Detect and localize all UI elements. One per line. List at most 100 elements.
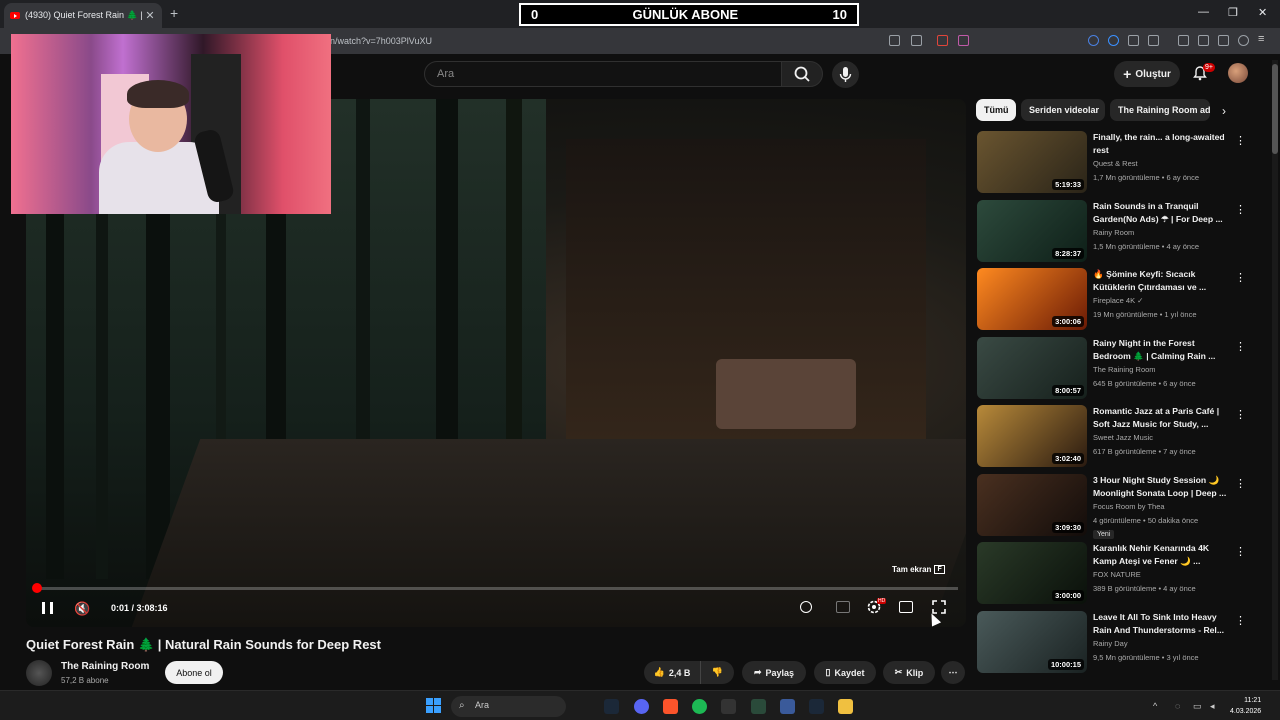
video-thumbnail[interactable]: 5:19:33	[977, 131, 1087, 193]
more-vertical-icon[interactable]: ⋮	[1235, 271, 1246, 284]
video-thumbnail[interactable]: 3:00:06	[977, 268, 1087, 330]
recommendation-item[interactable]: 5:19:33 Finally, the rain... a long-awai…	[977, 131, 1246, 195]
extensions-puzzle-icon[interactable]	[1128, 35, 1139, 46]
recommendation-title[interactable]: Finally, the rain... a long-awaited rest	[1093, 131, 1229, 157]
recommendation-channel[interactable]: Rainy Room	[1093, 228, 1134, 237]
subscribe-button[interactable]: Abone ol	[165, 661, 223, 684]
chip-series[interactable]: Seriden videolar	[1021, 99, 1105, 121]
recommendation-channel[interactable]: FOX NATURE	[1093, 570, 1141, 579]
more-vertical-icon[interactable]: ⋮	[1235, 477, 1246, 490]
new-tab-icon[interactable]: +	[170, 5, 178, 21]
recommendation-channel[interactable]: Sweet Jazz Music	[1093, 433, 1153, 442]
wallet-icon[interactable]	[1148, 35, 1159, 46]
browser-tab[interactable]: (4930) Quiet Forest Rain 🌲 | Na ✕	[4, 3, 162, 28]
vpn-icon[interactable]	[1238, 35, 1249, 46]
more-vertical-icon[interactable]: ⋮	[1235, 614, 1246, 627]
tray-chevron-up-icon[interactable]: ^	[1153, 701, 1157, 711]
recommendation-title[interactable]: 3 Hour Night Study Session 🌙 Moonlight S…	[1093, 474, 1229, 500]
recommendation-title[interactable]: Romantic Jazz at a Paris Café | Soft Jaz…	[1093, 405, 1229, 431]
address-bar[interactable]: n/watch?v=7h003PlVuXU	[330, 32, 870, 50]
recommendation-item[interactable]: 3:09:30 3 Hour Night Study Session 🌙 Moo…	[977, 473, 1246, 539]
recommendation-channel[interactable]: Quest & Rest	[1093, 159, 1138, 168]
recommendation-title[interactable]: Karanlık Nehir Kenarında 4K Kamp Ateşi v…	[1093, 542, 1229, 568]
like-button[interactable]: 👍 2,4 B	[644, 661, 700, 684]
more-vertical-icon[interactable]: ⋮	[1235, 134, 1246, 147]
search-input[interactable]: Ara	[424, 61, 782, 87]
menu-icon[interactable]: ≡	[1258, 33, 1269, 45]
recommendation-item[interactable]: 10:00:15 Leave It All To Sink Into Heavy…	[977, 610, 1246, 675]
video-thumbnail[interactable]: 3:09:30	[977, 473, 1087, 536]
discord-icon[interactable]	[634, 699, 649, 714]
create-button[interactable]: + Oluştur	[1114, 61, 1180, 87]
recommendation-item[interactable]: 8:28:37 Rain Sounds in a Tranquil Garden…	[977, 199, 1246, 264]
recommendation-title[interactable]: Rain Sounds in a Tranquil Garden(No Ads)…	[1093, 200, 1229, 226]
recommendation-item[interactable]: 3:00:00 Karanlık Nehir Kenarında 4K Kamp…	[977, 542, 1246, 606]
settings-app-icon[interactable]	[780, 699, 795, 714]
more-vertical-icon[interactable]: ⋮	[1235, 203, 1246, 216]
microphone-tray-icon[interactable]: ◌	[1175, 701, 1180, 711]
save-button[interactable]: ▯ Kaydet	[814, 661, 876, 684]
recommendation-title[interactable]: Rainy Night in the Forest Bedroom 🌲 | Ca…	[1093, 337, 1229, 363]
sidebar-icon[interactable]	[1178, 35, 1189, 46]
video-thumbnail[interactable]: 3:00:00	[977, 542, 1087, 604]
dislike-button[interactable]: 👎	[700, 661, 734, 684]
extension-icon[interactable]	[1088, 35, 1099, 46]
chevron-right-icon[interactable]: ›	[1222, 104, 1226, 118]
account-avatar[interactable]	[1228, 63, 1248, 83]
progress-bar[interactable]	[32, 583, 958, 593]
more-actions-button[interactable]: ⋯	[941, 661, 965, 684]
spotify-icon[interactable]	[692, 699, 707, 714]
recommendation-channel[interactable]: Fireplace 4K ✓	[1093, 296, 1143, 305]
clip-button[interactable]: ✂ Klip	[883, 661, 935, 684]
recommendation-item[interactable]: 8:00:57 Rainy Night in the Forest Bedroo…	[977, 336, 1246, 401]
network-icon[interactable]: ▭	[1193, 701, 1202, 712]
brave-rewards-icon[interactable]	[958, 35, 969, 46]
taskbar-clock[interactable]: 11:21 4.03.2026	[1230, 695, 1261, 717]
chip-channel[interactable]: The Raining Room ad	[1110, 99, 1210, 121]
recommendation-channel[interactable]: Rainy Day	[1093, 639, 1128, 648]
leo-ai-icon[interactable]	[1218, 35, 1229, 46]
recommendation-title[interactable]: 🔥 Şömine Keyfi: Sıcacık Kütüklerin Çıtır…	[1093, 268, 1229, 294]
extension-icon[interactable]	[1108, 35, 1119, 46]
share-page-icon[interactable]	[911, 35, 922, 46]
maximize-icon[interactable]: ❐	[1228, 6, 1238, 19]
app-icon[interactable]	[721, 699, 736, 714]
voice-search-button[interactable]	[832, 61, 859, 88]
file-explorer-icon[interactable]	[838, 699, 853, 714]
chip-all[interactable]: Tümü	[976, 99, 1016, 121]
channel-avatar[interactable]	[26, 660, 52, 686]
brave-shield-icon[interactable]	[937, 35, 948, 46]
autoplay-toggle-icon[interactable]	[800, 601, 812, 613]
cast-icon[interactable]	[889, 35, 900, 46]
theater-mode-icon[interactable]	[899, 601, 913, 613]
video-thumbnail[interactable]: 8:00:57	[977, 336, 1087, 399]
video-thumbnail[interactable]: 8:28:37	[977, 199, 1087, 262]
steam-icon[interactable]	[604, 699, 619, 714]
close-window-icon[interactable]: ✕	[1258, 6, 1267, 19]
more-vertical-icon[interactable]: ⋮	[1235, 545, 1246, 558]
video-thumbnail[interactable]: 3:02:40	[977, 405, 1087, 467]
volume-icon[interactable]: ◂	[1210, 701, 1215, 712]
recommendation-channel[interactable]: Focus Room by Thea	[1093, 502, 1165, 511]
pause-icon[interactable]	[42, 602, 53, 614]
video-thumbnail[interactable]: 10:00:15	[977, 610, 1087, 673]
recommendation-channel[interactable]: The Raining Room	[1093, 365, 1156, 374]
more-vertical-icon[interactable]: ⋮	[1235, 408, 1246, 421]
minimize-icon[interactable]: —	[1198, 6, 1209, 18]
scrollbar-thumb[interactable]	[1272, 64, 1278, 154]
page-scrollbar[interactable]	[1272, 60, 1278, 680]
share-button[interactable]: ➦ Paylaş	[742, 661, 806, 684]
steam-icon[interactable]	[809, 699, 824, 714]
recommendation-item[interactable]: 3:02:40 Romantic Jazz at a Paris Café | …	[977, 405, 1246, 469]
captions-icon[interactable]	[836, 601, 850, 613]
more-vertical-icon[interactable]: ⋮	[1235, 340, 1246, 353]
taskbar-search-input[interactable]: Ara	[451, 696, 566, 717]
recommendation-item[interactable]: 3:00:06 🔥 Şömine Keyfi: Sıcacık Kütükler…	[977, 268, 1246, 332]
search-button[interactable]	[781, 61, 823, 87]
channel-name[interactable]: The Raining Room	[61, 661, 149, 672]
close-tab-icon[interactable]: ✕	[144, 9, 156, 22]
muted-speaker-icon[interactable]: 🔇	[74, 601, 90, 617]
brave-browser-icon[interactable]	[663, 699, 678, 714]
recommendation-title[interactable]: Leave It All To Sink Into Heavy Rain And…	[1093, 611, 1229, 637]
app-icon[interactable]	[751, 699, 766, 714]
